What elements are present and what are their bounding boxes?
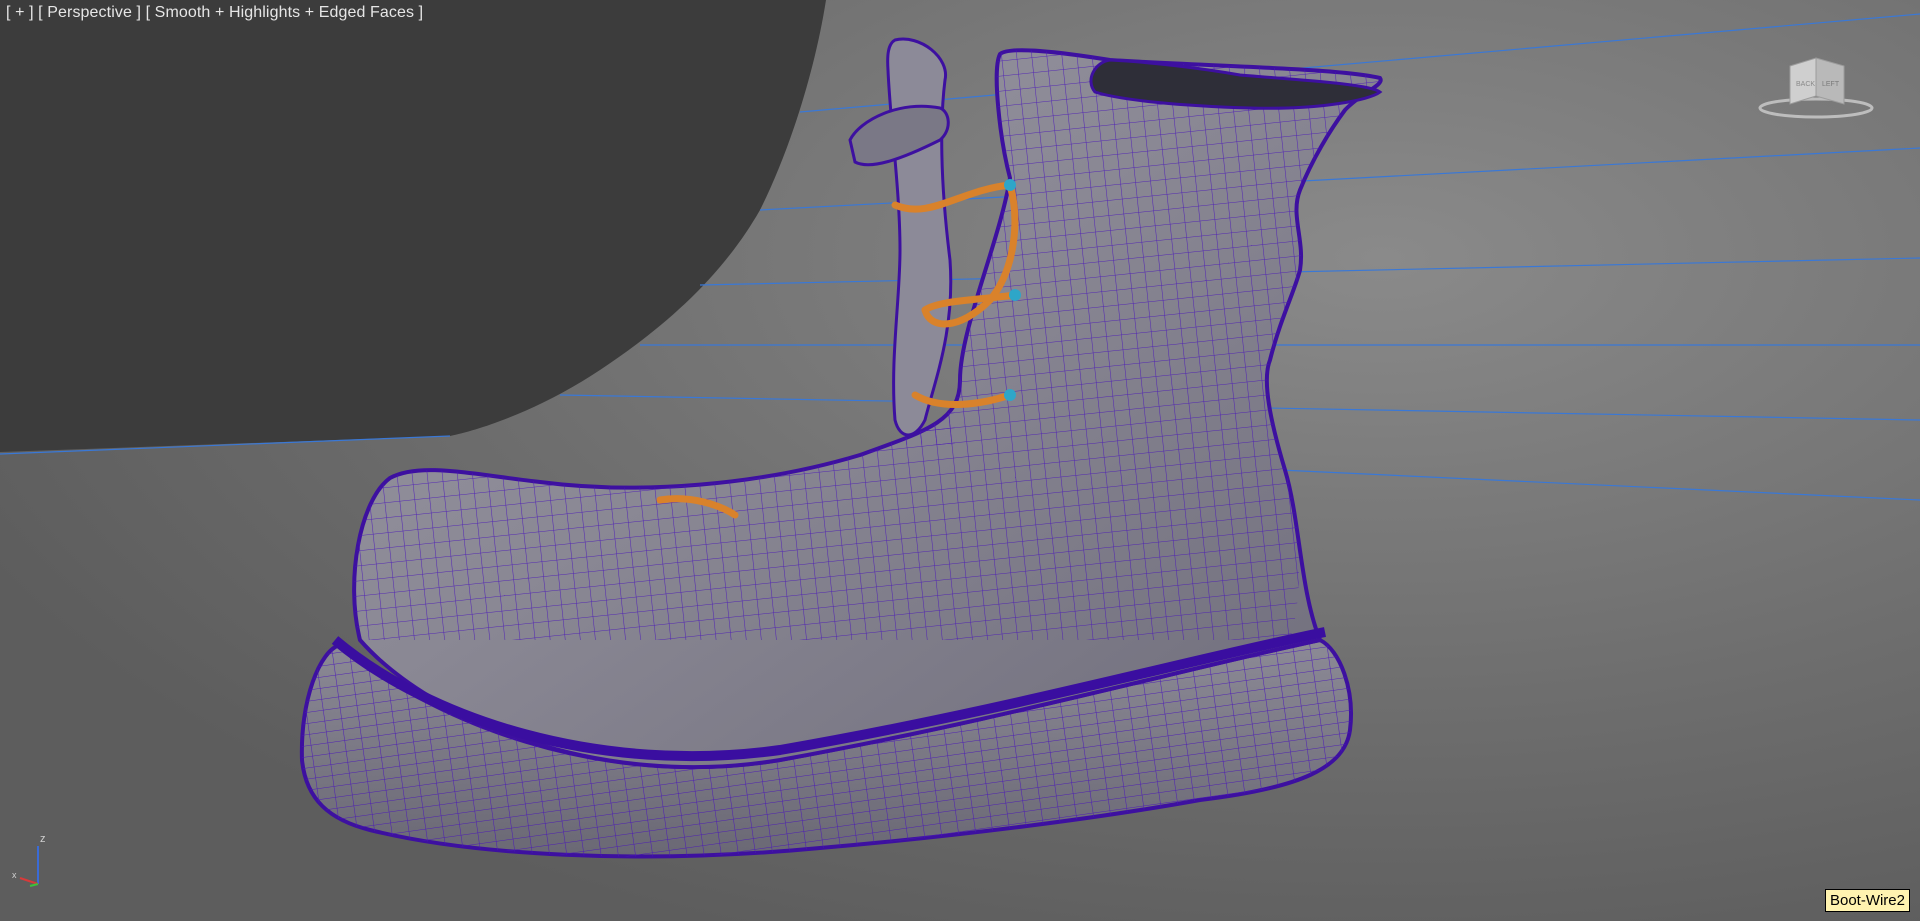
axis-tripod-icon: z x [12, 833, 46, 887]
viewport-plus-menu[interactable]: [ + ] [6, 4, 34, 21]
object-name-tag: Boot-Wire2 [1824, 889, 1910, 912]
viewcube-icon[interactable]: BACK LEFT [1756, 52, 1876, 122]
axis-x-label: x [12, 870, 17, 880]
axis-z-label: z [40, 833, 46, 845]
viewport-view-menu[interactable]: [ Perspective ] [38, 4, 141, 21]
scene-canvas[interactable] [0, 0, 1920, 921]
perspective-viewport[interactable]: [ + ] [ Perspective ] [ Smooth + Highlig… [0, 0, 1920, 921]
viewcube-face-left[interactable]: LEFT [1822, 81, 1840, 88]
viewport-label: [ + ] [ Perspective ] [ Smooth + Highlig… [6, 4, 423, 22]
viewport-shading-menu[interactable]: [ Smooth + Highlights + Edged Faces ] [146, 4, 424, 21]
viewcube-face-back[interactable]: BACK [1796, 81, 1815, 88]
